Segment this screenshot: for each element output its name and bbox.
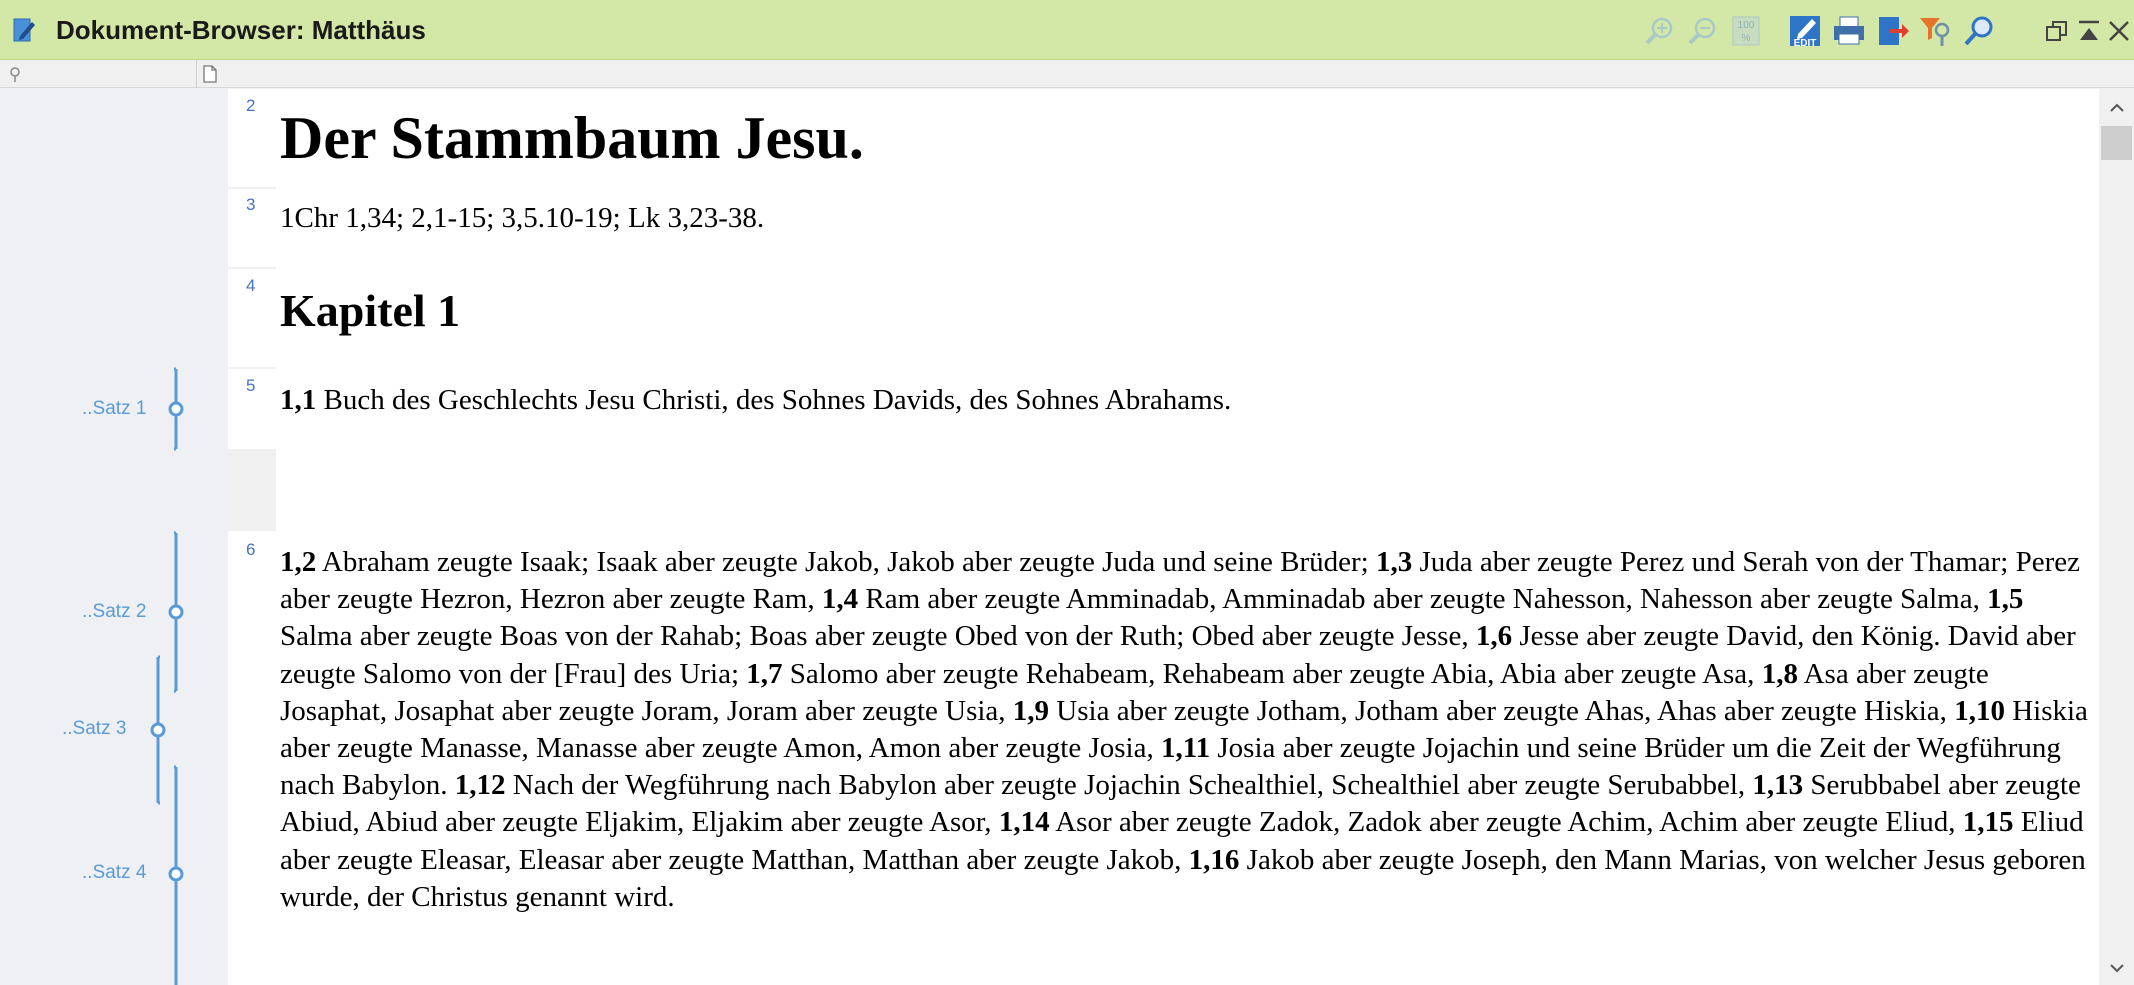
verse-number: 1,13 xyxy=(1752,769,1804,802)
paragraph-number: 6 xyxy=(246,540,256,559)
verse-text: Nach der Wegführung nach Babylon aber ze… xyxy=(505,769,1753,802)
document-heading[interactable]: Der Stammbaum Jesu. xyxy=(280,104,864,173)
edit-icon[interactable]: EDIT xyxy=(1788,14,1822,48)
cross-references[interactable]: 1Chr 1,34; 2,1-15; 3,5.10-19; Lk 3,23-38… xyxy=(280,202,764,235)
column-header-strip xyxy=(0,60,2134,88)
scroll-down-icon[interactable] xyxy=(2107,958,2127,978)
verse-number: 1,9 xyxy=(1012,694,1050,727)
verse-text: Buch des Geschlechts Jesu Christi, des S… xyxy=(316,384,1232,416)
satz-label-4[interactable]: ..Satz 4 xyxy=(82,862,146,884)
verse-text: Asor aber zeugte Zadok, Zadok aber zeugt… xyxy=(1049,806,1963,839)
satz-label-3[interactable]: ..Satz 3 xyxy=(62,718,126,740)
restore-icon[interactable] xyxy=(2044,18,2070,44)
paragraph-number: 4 xyxy=(246,276,256,295)
paragraph-number-cell xyxy=(228,531,276,985)
verse-text: Salomo aber zeugte Rehabeam, Rehabeam ab… xyxy=(782,657,1762,690)
verse-text: Salma aber zeugte Boas von der Rahab; Bo… xyxy=(280,620,1476,653)
verse-number: 1,12 xyxy=(454,769,506,802)
verse-number: 1,8 xyxy=(1761,657,1798,690)
verse-number: 1,11 xyxy=(1160,732,1211,765)
verse-number: 1,5 xyxy=(1987,583,2024,616)
svg-text:100: 100 xyxy=(1738,20,1755,31)
paragraph-number: 5 xyxy=(246,376,256,395)
export-icon[interactable] xyxy=(1876,14,1910,48)
scroll-up-icon[interactable] xyxy=(2107,98,2127,118)
scroll-thumb[interactable] xyxy=(2101,126,2132,160)
vertical-scrollbar[interactable] xyxy=(2100,89,2134,985)
filter-icon[interactable] xyxy=(1918,14,1952,48)
verse-number: 1,10 xyxy=(1954,694,2005,727)
print-icon[interactable] xyxy=(1832,14,1866,48)
zoom-out-icon[interactable] xyxy=(1686,14,1720,48)
paragraph-number: 3 xyxy=(246,195,256,214)
verse-number: 1,3 xyxy=(1375,546,1413,578)
satz-label-1[interactable]: ..Satz 1 xyxy=(82,398,146,420)
svg-text:EDIT: EDIT xyxy=(1794,38,1817,48)
document-icon[interactable] xyxy=(202,65,218,83)
zoom-in-icon[interactable] xyxy=(1643,14,1677,48)
verse-number: 1,14 xyxy=(998,806,1050,839)
close-icon[interactable] xyxy=(2106,18,2132,44)
svg-text:%: % xyxy=(1742,33,1751,44)
verse-number: 1,7 xyxy=(746,657,783,690)
search-icon[interactable] xyxy=(1962,14,1996,48)
genealogy-paragraph[interactable]: 1,2 Abraham zeugte Isaak; Isaak aber zeu… xyxy=(280,544,2090,916)
pin-icon[interactable] xyxy=(8,66,22,82)
verse-number: 1,16 xyxy=(1188,843,1240,876)
verse-number: 1,15 xyxy=(1962,806,2014,839)
verse-number: 1,1 xyxy=(280,384,317,416)
verse-text: Ram aber zeugte Amminadab, Amminadab abe… xyxy=(858,583,1988,616)
title-bar: Dokument-Browser: Matthäus 100 % EDIT xyxy=(0,0,2134,60)
verse-text: Usia aber zeugte Jotham, Jotham aber zeu… xyxy=(1049,694,1955,727)
satz-label-2[interactable]: ..Satz 2 xyxy=(82,601,146,623)
paragraph-number: 2 xyxy=(246,96,256,115)
satz-bracket-1[interactable] xyxy=(160,366,190,452)
verse-number: 1,6 xyxy=(1475,620,1513,653)
column-divider xyxy=(196,60,197,88)
zoom-100-icon[interactable]: 100 % xyxy=(1729,14,1763,48)
verse-paragraph[interactable]: 1,1 Buch des Geschlechts Jesu Christi, d… xyxy=(280,384,1231,417)
verse-number: 1,2 xyxy=(280,546,317,578)
satz-bracket-4[interactable] xyxy=(160,764,190,985)
minimize-up-icon[interactable] xyxy=(2076,18,2102,44)
document-edit-icon xyxy=(13,18,35,42)
code-gutter xyxy=(0,89,228,985)
verse-number: 1,4 xyxy=(821,583,859,616)
window-title: Dokument-Browser: Matthäus xyxy=(56,15,426,45)
chapter-heading[interactable]: Kapitel 1 xyxy=(280,284,460,337)
verse-text: Abraham zeugte Isaak; Isaak aber zeugte … xyxy=(316,546,1376,578)
